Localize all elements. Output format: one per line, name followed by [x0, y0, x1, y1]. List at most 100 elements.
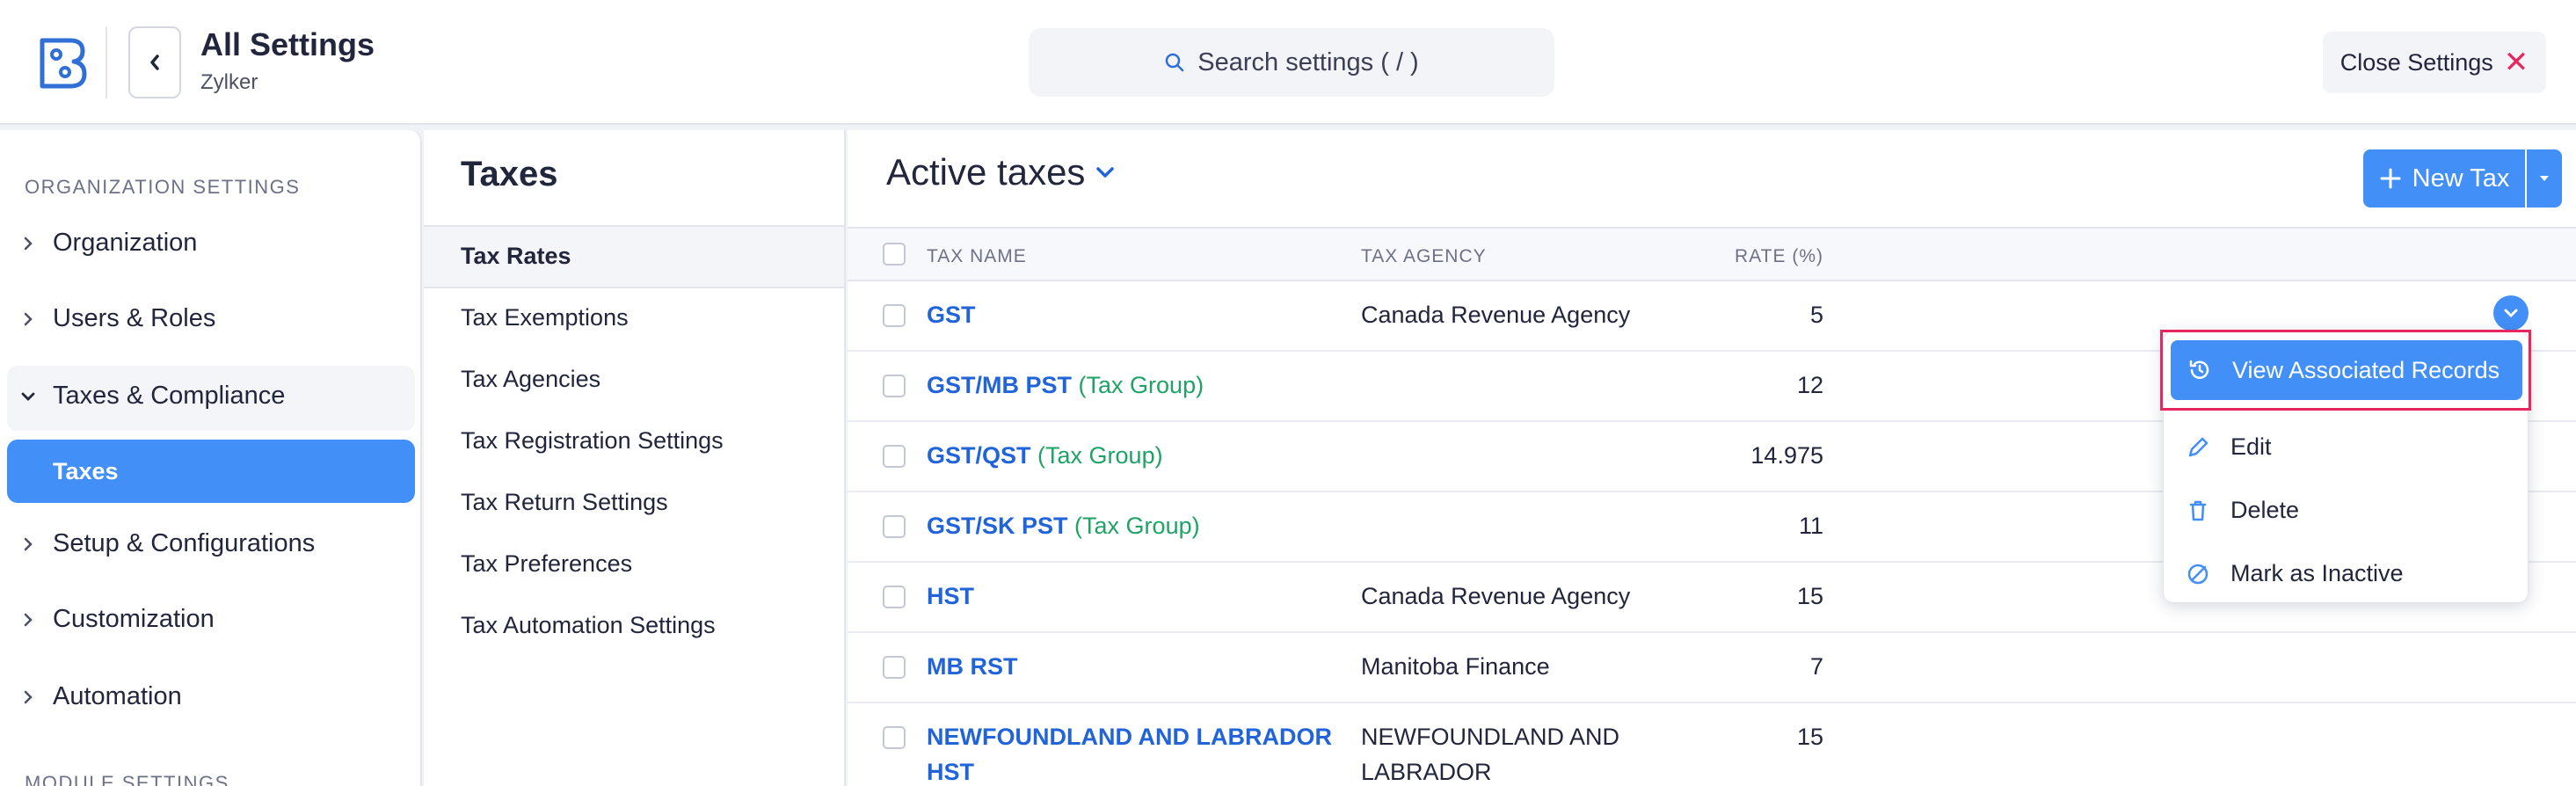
chevron-left-icon [150, 55, 159, 70]
app-logo-icon[interactable] [35, 35, 88, 90]
new-tax-button[interactable]: New Tax [2363, 149, 2525, 207]
sidebar-item-automation[interactable]: Automation [19, 682, 182, 711]
subnav-item-tax-agencies[interactable]: Tax Agencies [461, 366, 600, 393]
chevron-down-icon [2504, 309, 2518, 318]
pencil-icon [2188, 437, 2209, 456]
sidebar-item-label: Taxes [53, 457, 119, 484]
new-tax-dropdown-button[interactable] [2527, 149, 2562, 207]
close-settings-label: Close Settings [2340, 48, 2493, 76]
inactive-icon [2187, 564, 2209, 584]
tax-name-link[interactable]: HST [927, 579, 974, 614]
tax-name-link[interactable]: GST/MB PST (Tax Group) [927, 368, 1204, 403]
page-title: All Settings [200, 26, 375, 62]
row-checkbox[interactable] [883, 375, 906, 397]
sidebar-item-label: Automation [53, 682, 182, 710]
sidebar-item-label: Organization [53, 229, 198, 257]
table-header: TAX NAME TAX AGENCY RATE (%) [848, 227, 2576, 281]
subnav-item-tax-return-settings[interactable]: Tax Return Settings [461, 489, 668, 516]
close-settings-button[interactable]: Close Settings ✕ [2323, 32, 2546, 93]
tax-group-tag: (Tax Group) [1074, 513, 1200, 539]
settings-sidebar: ORGANIZATION SETTINGS Organization Users… [0, 130, 422, 786]
chevron-down-icon [1096, 167, 1115, 178]
subnav-title: Taxes [461, 155, 558, 193]
table-row[interactable]: MB RST Manitoba Finance 7 [848, 633, 2576, 703]
section-module-settings: MODULE SETTINGS [25, 772, 229, 786]
taxes-subnav: Taxes Tax Rates Tax Exemptions Tax Agenc… [424, 130, 846, 786]
tax-rate: 5 [1809, 302, 1823, 328]
chevron-right-icon [19, 536, 37, 552]
select-all-checkbox[interactable] [883, 243, 906, 266]
tax-group-tag: (Tax Group) [1037, 442, 1163, 469]
highlight-box [2160, 330, 2531, 411]
tax-rate: 14.975 [1750, 442, 1823, 469]
tax-agency: NEWFOUNDLAND AND LABRADOR [1361, 724, 1620, 785]
tax-rate: 11 [1798, 513, 1823, 539]
section-organization-settings: ORGANIZATION SETTINGS [25, 176, 301, 198]
row-actions-toggle[interactable] [2493, 295, 2529, 331]
sidebar-item-taxes-compliance[interactable]: Taxes & Compliance [19, 382, 285, 411]
subnav-item-tax-rates[interactable]: Tax Rates [461, 243, 571, 270]
subnav-item-tax-exemptions[interactable]: Tax Exemptions [461, 304, 629, 331]
table-row[interactable]: NEWFOUNDLAND AND LABRADOR HST NEWFOUNDLA… [848, 703, 2576, 786]
sidebar-item-label: Users & Roles [53, 304, 216, 332]
tax-agency: Manitoba Finance [1361, 653, 1550, 680]
sidebar-item-organization[interactable]: Organization [19, 229, 197, 258]
tax-rate: 15 [1796, 583, 1823, 609]
organization-name: Zylker [200, 70, 258, 94]
tax-name-link[interactable]: GST [927, 297, 976, 332]
row-checkbox[interactable] [883, 304, 906, 327]
edit-item[interactable]: Edit [2185, 433, 2272, 461]
sidebar-item-users-roles[interactable]: Users & Roles [19, 304, 215, 333]
delete-item[interactable]: Delete [2185, 497, 2299, 524]
sidebar-item-taxes[interactable]: Taxes [7, 440, 415, 503]
chevron-right-icon [19, 311, 37, 327]
delete-label: Delete [2230, 497, 2300, 523]
tax-name-link[interactable]: MB RST [927, 649, 1018, 684]
subnav-item-tax-automation-settings[interactable]: Tax Automation Settings [461, 612, 716, 639]
mark-inactive-label: Mark as Inactive [2230, 560, 2404, 586]
column-header-tax-name[interactable]: TAX NAME [927, 246, 1027, 267]
tax-name-link[interactable]: GST/QST (Tax Group) [927, 438, 1163, 473]
tax-agency: Canada Revenue Agency [1361, 583, 1631, 609]
column-header-tax-agency[interactable]: TAX AGENCY [1361, 246, 1487, 267]
sidebar-item-customization[interactable]: Customization [19, 605, 215, 634]
search-placeholder: Search settings ( / ) [1197, 47, 1419, 76]
back-button[interactable] [128, 26, 181, 98]
chevron-right-icon [19, 612, 37, 628]
mark-inactive-item[interactable]: Mark as Inactive [2185, 560, 2404, 587]
tax-rate: 15 [1796, 724, 1823, 750]
row-checkbox[interactable] [883, 515, 906, 538]
search-icon [1166, 53, 1184, 72]
row-checkbox[interactable] [883, 445, 906, 468]
search-input[interactable]: Search settings ( / ) [1029, 28, 1554, 97]
sidebar-item-label: Setup & Configurations [53, 529, 316, 557]
chevron-down-icon [19, 391, 37, 402]
tax-name-link[interactable]: NEWFOUNDLAND AND LABRADOR HST [927, 719, 1332, 786]
row-checkbox[interactable] [883, 726, 906, 749]
tax-name-link[interactable]: GST/SK PST (Tax Group) [927, 508, 1200, 543]
row-actions-menu: View Associated Records Edit Delete Mark… [2160, 330, 2531, 603]
edit-label: Edit [2230, 433, 2272, 460]
close-icon: ✕ [2503, 46, 2529, 79]
column-header-rate[interactable]: RATE (%) [1639, 246, 1823, 267]
header-divider [106, 26, 107, 98]
tax-rate: 12 [1796, 372, 1823, 398]
sidebar-item-setup-configurations[interactable]: Setup & Configurations [19, 529, 315, 558]
sidebar-item-label: Taxes & Compliance [53, 382, 286, 410]
chevron-right-icon [19, 689, 37, 705]
new-tax-label: New Tax [2412, 164, 2510, 193]
view-title: Active taxes [886, 151, 1086, 193]
tax-agency: Canada Revenue Agency [1361, 302, 1631, 328]
view-selector[interactable]: Active taxes [886, 151, 1115, 193]
row-checkbox[interactable] [883, 656, 906, 679]
row-checkbox[interactable] [883, 586, 906, 608]
subnav-item-tax-registration-settings[interactable]: Tax Registration Settings [461, 427, 724, 455]
caret-down-icon [2540, 176, 2549, 181]
subnav-item-tax-preferences[interactable]: Tax Preferences [461, 550, 632, 578]
settings-header: All Settings Zylker Search settings ( / … [0, 0, 2576, 125]
chevron-right-icon [19, 236, 37, 251]
trash-icon [2189, 500, 2207, 520]
plus-icon [2380, 168, 2401, 189]
sidebar-item-label: Customization [53, 605, 215, 633]
tax-rate: 7 [1809, 653, 1823, 680]
